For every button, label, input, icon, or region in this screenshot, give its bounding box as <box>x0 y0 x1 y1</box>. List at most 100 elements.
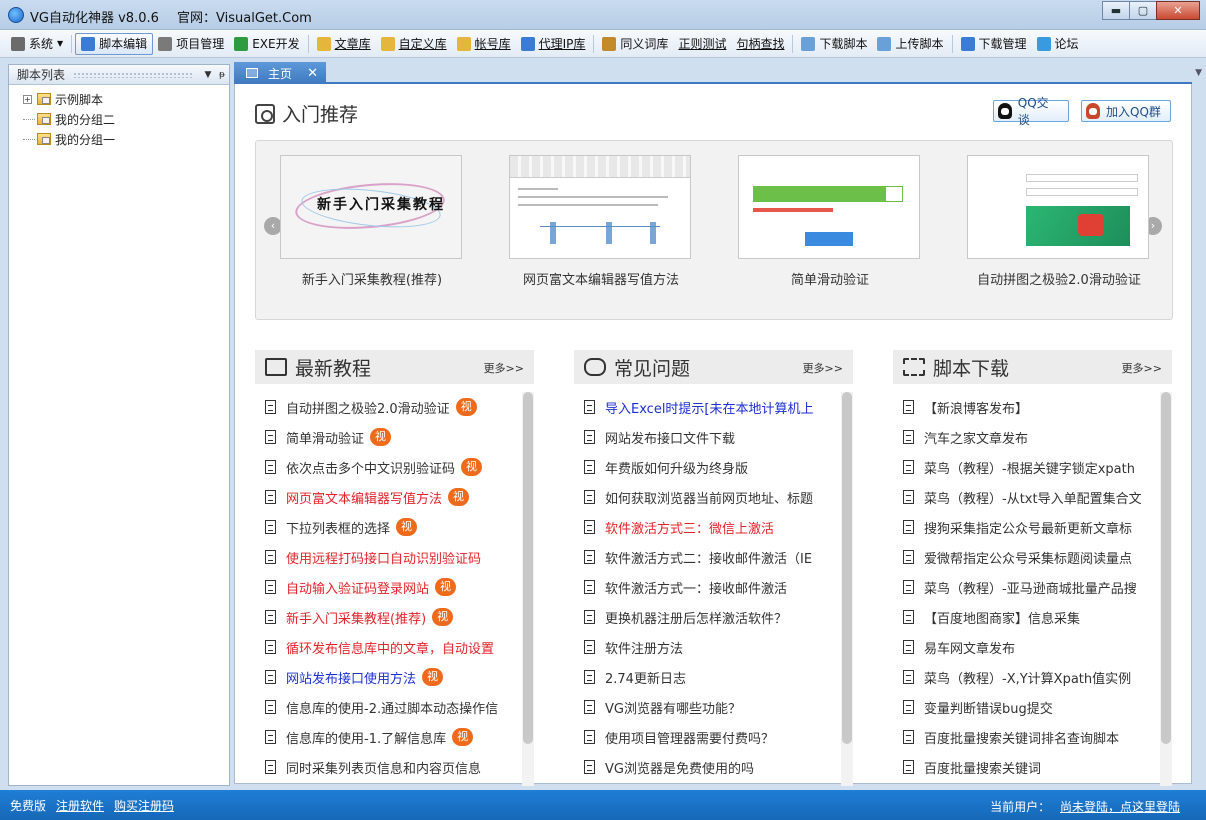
pin-icon[interactable]: ᵽ <box>215 70 229 80</box>
list-item[interactable]: 【百度地图商家】信息采集 <box>893 602 1172 632</box>
toolbar-item[interactable]: 代理IP库 <box>516 33 591 55</box>
list-item[interactable]: 软件注册方法 <box>574 632 853 662</box>
toolbar-item[interactable]: 论坛 <box>1032 33 1084 55</box>
list-item[interactable]: 百度批量搜索关键词排名查询脚本 <box>893 722 1172 752</box>
toolbar-item[interactable]: 系统 ▼ <box>6 33 68 55</box>
list-item[interactable]: 菜鸟（教程）-从txt导入单配置集合文 <box>893 482 1172 512</box>
carousel-card[interactable]: 自动拼图之极验2.0滑动验证 <box>967 155 1151 288</box>
video-badge[interactable]: 视 <box>461 458 483 476</box>
list-item-title[interactable]: VG浏览器是免费使用的吗 <box>605 758 754 777</box>
video-badge[interactable]: 视 <box>370 428 392 446</box>
tab-list-dropdown-icon[interactable]: ▼ <box>1195 68 1202 78</box>
video-badge[interactable]: 视 <box>435 578 457 596</box>
scrollbar[interactable] <box>841 392 853 786</box>
list-item[interactable]: 信息库的使用-2.通过脚本动态操作信 <box>255 692 534 722</box>
list-item[interactable]: 爱微帮指定公众号采集标题阅读量点 <box>893 542 1172 572</box>
video-badge[interactable]: 视 <box>455 398 477 416</box>
video-badge[interactable]: 视 <box>448 488 470 506</box>
carousel-card[interactable]: 简单滑动验证 <box>738 155 922 288</box>
join-qq-group-button[interactable]: 加入QQ群 <box>1081 100 1171 122</box>
list-item-title[interactable]: 菜鸟（教程）-根据关键字锁定xpath <box>924 458 1135 477</box>
list-item-title[interactable]: 年费版如何升级为终身版 <box>605 458 748 477</box>
list-item-title[interactable]: 网站发布接口文件下载 <box>605 428 735 447</box>
list-item-title[interactable]: 导入Excel时提示[未在本地计算机上 <box>605 398 814 417</box>
list-item[interactable]: 使用项目管理器需要付费吗？ <box>574 722 853 752</box>
more-link[interactable]: 更多>> <box>484 360 524 376</box>
scrollbar-thumb[interactable] <box>842 392 852 744</box>
panel-grip[interactable] <box>73 71 193 78</box>
tab-close-icon[interactable]: ✕ <box>307 66 318 81</box>
list-item-title[interactable]: 网页富文本编辑器写值方法 <box>286 488 442 507</box>
list-item-title[interactable]: 软件激活方式二：接收邮件激活（IE <box>605 548 812 567</box>
list-item-title[interactable]: 同时采集列表页信息和内容页信息 <box>286 758 481 777</box>
toolbar-item[interactable]: 正则测试 <box>673 33 731 55</box>
toolbar-item[interactable]: 脚本编辑 <box>75 32 154 55</box>
scrollbar-thumb[interactable] <box>523 392 533 744</box>
video-badge[interactable]: 视 <box>452 728 474 746</box>
list-item[interactable]: 网站发布接口文件下载 <box>574 422 853 452</box>
toolbar-item[interactable]: 自定义库 <box>376 33 452 55</box>
list-item-title[interactable]: 使用项目管理器需要付费吗？ <box>605 728 774 747</box>
list-item-title[interactable]: 自动输入验证码登录网站 <box>286 578 429 597</box>
scrollbar[interactable] <box>522 392 534 786</box>
list-item-title[interactable]: 【百度地图商家】信息采集 <box>924 608 1080 627</box>
list-item[interactable]: 汽车之家文章发布 <box>893 422 1172 452</box>
list-item[interactable]: 导入Excel时提示[未在本地计算机上 <box>574 392 853 422</box>
list-item-title[interactable]: 百度批量搜索关键词 <box>924 758 1041 777</box>
list-item-title[interactable]: 信息库的使用-2.通过脚本动态操作信 <box>286 698 498 717</box>
list-item-title[interactable]: 软件激活方式三：微信上激活 <box>605 518 774 537</box>
list-item[interactable]: VG浏览器有哪些功能？ <box>574 692 853 722</box>
video-badge[interactable]: 视 <box>432 608 454 626</box>
list-item[interactable]: VG浏览器是免费使用的吗 <box>574 752 853 782</box>
list-item[interactable]: 简单滑动验证视 <box>255 422 534 452</box>
list-item-title[interactable]: 汽车之家文章发布 <box>924 428 1028 447</box>
list-item-title[interactable]: 软件激活方式一：接收邮件激活 <box>605 578 787 597</box>
list-item[interactable]: 自动拼图之极验2.0滑动验证视 <box>255 392 534 422</box>
carousel-card[interactable]: 网页富文本编辑器写值方法 <box>509 155 693 288</box>
list-item[interactable]: 搜狗采集指定公众号最新更新文章标 <box>893 512 1172 542</box>
list-item-title[interactable]: 【新浪博客发布】 <box>924 398 1028 417</box>
list-item-title[interactable]: 信息库的使用-1.了解信息库 <box>286 728 446 747</box>
list-item-title[interactable]: 简单滑动验证 <box>286 428 364 447</box>
list-item-title[interactable]: 变量判断错误bug提交 <box>924 698 1053 717</box>
list-item[interactable]: 2.74更新日志 <box>574 662 853 692</box>
list-item[interactable]: 网站发布接口使用方法视 <box>255 662 534 692</box>
video-badge[interactable]: 视 <box>396 518 418 536</box>
list-item-title[interactable]: 爱微帮指定公众号采集标题阅读量点 <box>924 548 1132 567</box>
list-item-title[interactable]: 菜鸟（教程）-亚马逊商城批量产品搜 <box>924 578 1137 597</box>
list-item[interactable]: 菜鸟（教程）-X,Y计算Xpath值实例 <box>893 662 1172 692</box>
qq-chat-button[interactable]: QQ交谈 <box>993 96 1069 127</box>
list-item[interactable]: 信息库的使用-1.了解信息库视 <box>255 722 534 752</box>
list-item-title[interactable]: 百度批量搜索关键词排名查询脚本 <box>924 728 1119 747</box>
tree-item[interactable]: + 示例脚本 <box>23 89 229 109</box>
list-item[interactable]: 自动输入验证码登录网站视 <box>255 572 534 602</box>
list-item[interactable]: 软件激活方式二：接收邮件激活（IE <box>574 542 853 572</box>
list-item-title[interactable]: 易车网文章发布 <box>924 638 1015 657</box>
list-item[interactable]: 菜鸟（教程）-根据关键字锁定xpath <box>893 452 1172 482</box>
more-link[interactable]: 更多>> <box>803 360 843 376</box>
login-link[interactable]: 尚未登陆，点这里登陆 <box>1060 800 1180 814</box>
list-item-title[interactable]: 菜鸟（教程）-X,Y计算Xpath值实例 <box>924 668 1131 687</box>
list-item[interactable]: 如何获取浏览器当前网页地址、标题 <box>574 482 853 512</box>
list-item-title[interactable]: 网站发布接口使用方法 <box>286 668 416 687</box>
list-item-title[interactable]: 搜狗采集指定公众号最新更新文章标 <box>924 518 1132 537</box>
close-button[interactable]: ✕ <box>1156 1 1200 20</box>
toolbar-item[interactable]: 句柄查找 <box>731 33 789 55</box>
list-item[interactable]: 循环发布信息库中的文章，自动设置 <box>255 632 534 662</box>
maximize-button[interactable]: ▢ <box>1129 1 1157 20</box>
list-item[interactable]: 网页富文本编辑器写值方法视 <box>255 482 534 512</box>
list-item-title[interactable]: 循环发布信息库中的文章，自动设置 <box>286 638 494 657</box>
minimize-button[interactable]: ▬ <box>1102 1 1130 20</box>
toolbar-item[interactable]: 上传脚本 <box>872 33 948 55</box>
toolbar-item[interactable]: 文章库 <box>312 33 376 55</box>
more-link[interactable]: 更多>> <box>1122 360 1162 376</box>
list-item[interactable]: 依次点击多个中文识别验证码视 <box>255 452 534 482</box>
expand-icon[interactable]: + <box>23 94 32 104</box>
list-item[interactable]: 菜鸟（教程）-亚马逊商城批量产品搜 <box>893 572 1172 602</box>
list-item-title[interactable]: VG浏览器有哪些功能？ <box>605 698 741 717</box>
list-item-title[interactable]: 更换机器注册后怎样激活软件？ <box>605 608 787 627</box>
register-software-link[interactable]: 注册软件 <box>56 797 104 814</box>
list-item[interactable]: 软件激活方式三：微信上激活 <box>574 512 853 542</box>
scrollbar-thumb[interactable] <box>1161 392 1171 744</box>
list-item[interactable]: 使用远程打码接口自动识别验证码 <box>255 542 534 572</box>
